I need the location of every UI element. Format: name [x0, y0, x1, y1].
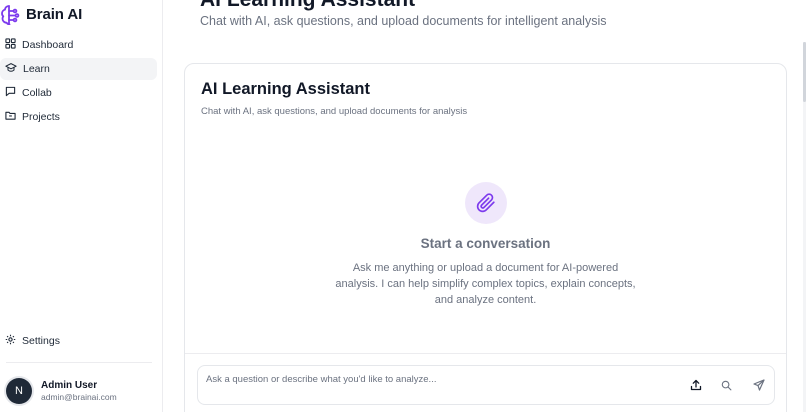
send-icon — [753, 378, 765, 394]
search-icon — [721, 379, 732, 394]
sidebar-item-projects[interactable]: Projects — [0, 106, 157, 128]
grid-icon — [5, 38, 16, 52]
paperclip-icon — [465, 182, 507, 224]
user-name: Admin User — [41, 380, 98, 391]
sidebar-divider — [6, 362, 152, 363]
card-title: AI Learning Assistant — [201, 80, 371, 98]
avatar: N — [6, 378, 32, 404]
settings-label: Settings — [22, 335, 60, 347]
brand[interactable]: Brain AI — [0, 3, 82, 25]
card-divider — [185, 353, 786, 354]
sidebar-item-label: Learn — [23, 63, 50, 75]
brand-name: Brain AI — [26, 5, 83, 23]
sidebar-item-label: Collab — [22, 87, 52, 99]
upload-icon — [690, 379, 702, 394]
assistant-card: AI Learning Assistant Chat with AI, ask … — [184, 63, 787, 412]
user-profile[interactable]: N Admin User admin@brainai.com — [6, 378, 117, 404]
page-title: AI Learning Assistant — [200, 0, 415, 12]
gear-icon — [5, 334, 16, 348]
chat-input-container — [197, 365, 775, 405]
folder-icon — [5, 110, 16, 124]
card-subtitle: Chat with AI, ask questions, and upload … — [201, 106, 468, 117]
sidebar-item-label: Projects — [22, 111, 60, 123]
send-button[interactable] — [751, 378, 767, 394]
brain-icon — [0, 3, 20, 25]
page-subtitle: Chat with AI, ask questions, and upload … — [200, 14, 607, 28]
sidebar-item-label: Dashboard — [22, 39, 74, 51]
sidebar: Brain AI Dashboard Learn Collab Projects… — [0, 0, 163, 412]
upload-button[interactable] — [688, 378, 704, 394]
sidebar-nav: Dashboard Learn Collab Projects — [0, 34, 163, 130]
sidebar-item-settings[interactable]: Settings — [0, 330, 163, 352]
sidebar-item-learn[interactable]: Learn — [0, 58, 157, 80]
user-info: Admin User admin@brainai.com — [41, 379, 117, 403]
search-button[interactable] — [718, 378, 734, 394]
user-email: admin@brainai.com — [41, 392, 117, 402]
sidebar-item-dashboard[interactable]: Dashboard — [0, 34, 157, 56]
empty-state-title: Start a conversation — [420, 236, 551, 251]
empty-state-text: Ask me anything or upload a document for… — [335, 262, 636, 306]
message-square-icon — [5, 86, 16, 100]
sidebar-item-collab[interactable]: Collab — [0, 82, 157, 104]
chat-input[interactable] — [198, 366, 668, 392]
graduation-cap-icon — [5, 62, 17, 76]
